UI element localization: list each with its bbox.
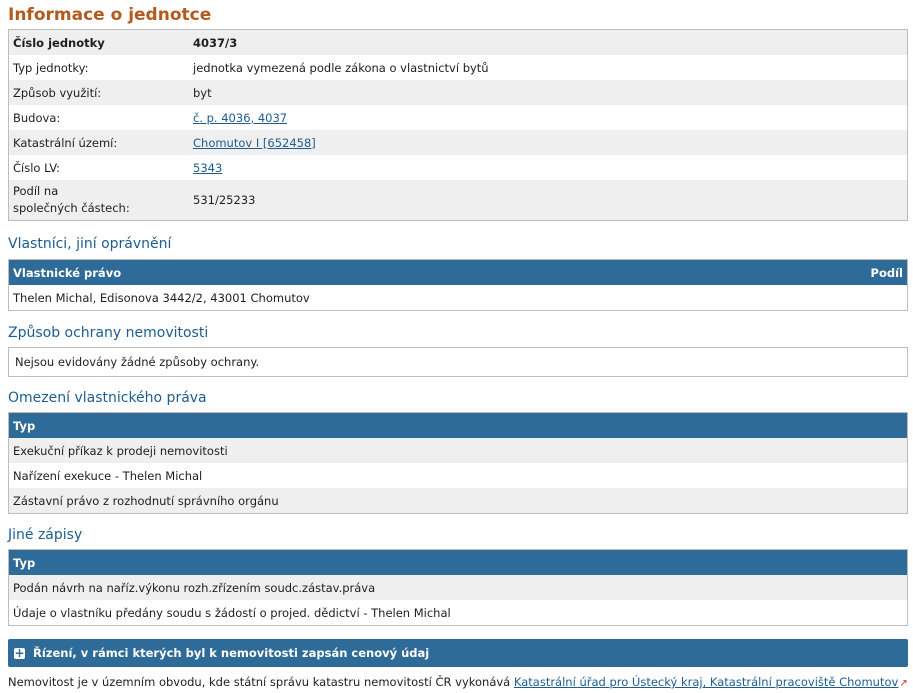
unit-info-table: Číslo jednotky 4037/3 Typ jednotky: jedn… (8, 29, 908, 221)
table-row: Způsob využití: byt (8, 80, 908, 105)
cadastral-office-link[interactable]: Katastrální úřad pro Ústecký kraj, Katas… (514, 675, 898, 689)
plus-icon[interactable]: + (14, 647, 25, 659)
table-row: Číslo LV: 5343 (8, 155, 908, 180)
owners-heading: Vlastníci, jiní oprávnění (8, 236, 172, 252)
table-row: Číslo jednotky 4037/3 (8, 29, 908, 55)
table-row: Katastrální území: Chomutov I [652458] (8, 130, 908, 155)
restriction-type-column-header: Typ (8, 412, 908, 438)
other-records-heading: Jiné zápisy (8, 527, 83, 543)
restriction-cell: Nařízení exekuce - Thelen Michal (8, 463, 908, 488)
table-row: Zástavní právo z rozhodnutí správního or… (8, 488, 908, 514)
restriction-cell: Exekuční příkaz k prodeji nemovitosti (8, 438, 908, 463)
table-header-row: Typ (8, 412, 908, 438)
lv-number-link[interactable]: 5343 (193, 161, 222, 175)
external-link-icon[interactable]: ↗ (899, 678, 907, 689)
cadastral-area-link[interactable]: Chomutov I [652458] (193, 136, 316, 150)
table-header-row: Typ (8, 549, 908, 575)
common-share-label: Podíl na společných částech: (8, 180, 189, 221)
owner-cell: Thelen Michal, Edisonova 3442/2, 43001 C… (13, 290, 310, 305)
table-row: Exekuční příkaz k prodeji nemovitosti (8, 438, 908, 463)
proceedings-expand-bar[interactable]: + Řízení, v rámci kterých byl k nemovito… (8, 639, 908, 667)
lv-number-cell: 5343 (189, 155, 908, 180)
unit-info-page: Informace o jednotce Číslo jednotky 4037… (8, 0, 908, 693)
table-row: Podán návrh na naříz.výkonu rozh.zřízení… (8, 575, 908, 600)
other-record-cell: Údaje o vlastníku předány soudu s žádost… (8, 600, 908, 626)
other-type-column-header: Typ (8, 549, 908, 575)
protection-heading: Způsob ochrany nemovitosti (8, 325, 209, 341)
unit-type-label: Typ jednotky: (8, 55, 189, 80)
ownership-column-header: Vlastnické právo (8, 259, 839, 285)
table-header-row: Vlastnické právo Podíl (8, 259, 908, 285)
lv-number-label: Číslo LV: (8, 155, 189, 180)
unit-number-label: Číslo jednotky (8, 29, 189, 55)
table-row: Nařízení exekuce - Thelen Michal (8, 463, 908, 488)
share-column-header: Podíl (839, 259, 908, 285)
restrictions-heading: Omezení vlastnického práva (8, 390, 207, 406)
building-cell: č. p. 4036, 4037 (189, 105, 908, 130)
common-share-label-line1: Podíl na (13, 184, 59, 198)
table-row: Budova: č. p. 4036, 4037 (8, 105, 908, 130)
common-share-value: 531/25233 (189, 180, 908, 221)
table-row: Thelen Michal, Edisonova 3442/2, 43001 C… (9, 285, 908, 311)
building-link[interactable]: č. p. 4036, 4037 (193, 111, 287, 125)
table-row: Údaje o vlastníku předány soudu s žádost… (8, 600, 908, 626)
proceedings-label: Řízení, v rámci kterých byl k nemovitost… (33, 646, 430, 660)
restriction-cell: Zástavní právo z rozhodnutí správního or… (8, 488, 908, 514)
restrictions-table: Typ Exekuční příkaz k prodeji nemovitost… (8, 412, 908, 514)
cadastral-area-cell: Chomutov I [652458] (189, 130, 908, 155)
footer-text: Nemovitost je v územním obvodu, kde stát… (8, 675, 514, 689)
owners-table: Vlastnické právo Podíl Thelen Michal, Ed… (8, 259, 908, 311)
usage-value: byt (189, 80, 908, 105)
table-row: Typ jednotky: jednotka vymezená podle zá… (8, 55, 908, 80)
page-title: Informace o jednotce (8, 5, 212, 25)
unit-type-value: jednotka vymezená podle zákona o vlastni… (189, 55, 908, 80)
usage-label: Způsob využití: (8, 80, 189, 105)
table-row: Podíl na společných částech: 531/25233 (8, 180, 908, 221)
footer-note: Nemovitost je v územním obvodu, kde stát… (8, 673, 908, 693)
protection-box: Nejsou evidovány žádné způsoby ochrany. (8, 347, 908, 377)
other-record-cell: Podán návrh na naříz.výkonu rozh.zřízení… (8, 575, 908, 600)
building-label: Budova: (8, 105, 189, 130)
common-share-label-line2: společných částech: (13, 201, 130, 215)
cadastral-area-label: Katastrální území: (8, 130, 189, 155)
other-records-table: Typ Podán návrh na naříz.výkonu rozh.zří… (8, 549, 908, 626)
unit-number-value: 4037/3 (189, 29, 908, 55)
